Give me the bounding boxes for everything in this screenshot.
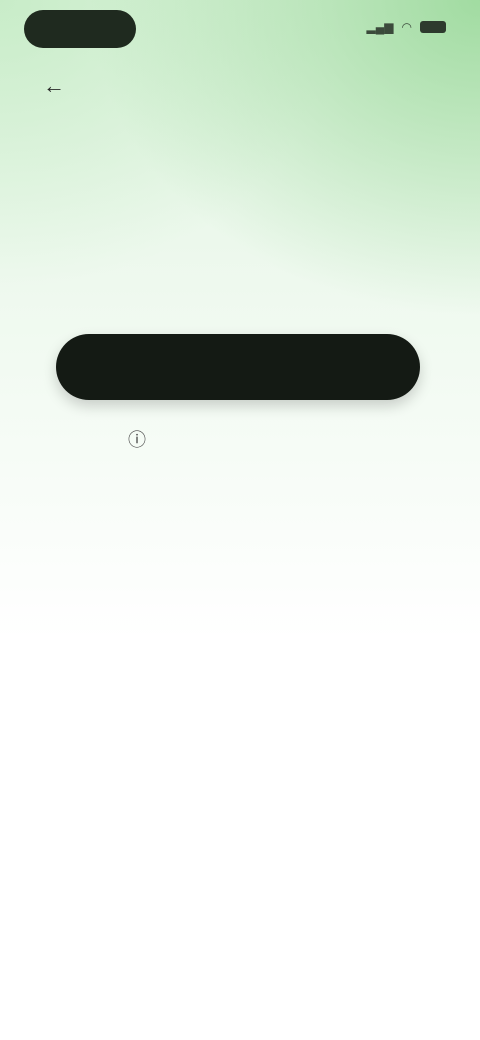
primary-cta-button[interactable] [56, 334, 420, 400]
info-icon: ⓘ [128, 430, 146, 450]
status-time-pill [24, 10, 136, 48]
top-nav: ← [0, 64, 480, 104]
signal-icon: ▂▄▆ [366, 20, 394, 34]
wifi-icon: ◠ [401, 20, 412, 34]
battery-icon [420, 21, 446, 33]
back-button[interactable]: ← [40, 72, 68, 100]
status-icons: ▂▄▆ ◠ [367, 20, 446, 34]
secondary-link[interactable]: ⓘ [126, 424, 362, 454]
back-arrow-icon: ← [43, 73, 65, 98]
status-bar: ▂▄▆ ◠ [0, 0, 480, 60]
